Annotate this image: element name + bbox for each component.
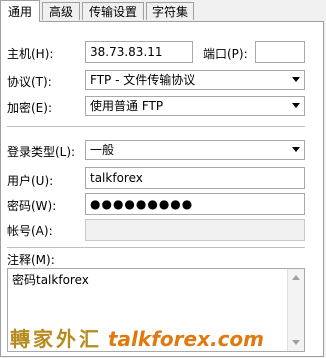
scroll-down-icon[interactable] bbox=[292, 340, 300, 345]
watermark-chinese: 轉家外汇 bbox=[10, 327, 102, 351]
watermark: 轉家外汇 talkforex.com bbox=[10, 323, 264, 352]
account-input bbox=[85, 219, 305, 241]
general-panel: 主机(H): 38.73.83.11 端口(P): 协议(T): FTP - 文… bbox=[0, 21, 324, 357]
tab-advanced[interactable]: 高级 bbox=[42, 2, 80, 20]
user-input[interactable]: talkforex bbox=[85, 167, 305, 189]
comments-value: 密码talkforex bbox=[12, 273, 89, 287]
host-input[interactable]: 38.73.83.11 bbox=[85, 41, 193, 63]
watermark-english: talkforex.com bbox=[108, 327, 265, 351]
scroll-up-icon[interactable] bbox=[292, 275, 300, 280]
comments-label: 注释(M): bbox=[7, 253, 55, 267]
chevron-down-icon bbox=[292, 103, 300, 108]
chevron-down-icon bbox=[292, 77, 300, 82]
divider bbox=[7, 247, 305, 248]
logon-type-select[interactable]: 一般 bbox=[85, 140, 305, 160]
tab-charset[interactable]: 字符集 bbox=[146, 2, 194, 20]
password-input[interactable]: ●●●●●●●●● bbox=[85, 193, 305, 215]
logon-type-label: 登录类型(L): bbox=[7, 145, 76, 159]
logon-type-value: 一般 bbox=[90, 143, 115, 157]
protocol-value: FTP - 文件传输协议 bbox=[90, 73, 196, 87]
tab-bar: 通用 高级 传输设置 字符集 bbox=[0, 0, 326, 22]
user-label: 用户(U): bbox=[7, 174, 54, 188]
port-input[interactable] bbox=[255, 41, 305, 63]
tab-general[interactable]: 通用 bbox=[0, 0, 40, 22]
port-label: 端口(P): bbox=[203, 47, 248, 61]
protocol-select[interactable]: FTP - 文件传输协议 bbox=[85, 70, 305, 90]
password-label: 密码(W): bbox=[7, 199, 57, 213]
encryption-select[interactable]: 使用普通 FTP bbox=[85, 96, 305, 116]
encryption-label: 加密(E): bbox=[7, 101, 52, 115]
tab-transfer-settings[interactable]: 传输设置 bbox=[82, 2, 144, 20]
chevron-down-icon bbox=[292, 147, 300, 152]
protocol-label: 协议(T): bbox=[7, 75, 52, 89]
divider bbox=[7, 126, 305, 127]
scrollbar[interactable] bbox=[287, 269, 304, 351]
host-label: 主机(H): bbox=[7, 47, 54, 61]
account-label: 帐号(A): bbox=[7, 224, 53, 238]
encryption-value: 使用普通 FTP bbox=[90, 99, 164, 113]
